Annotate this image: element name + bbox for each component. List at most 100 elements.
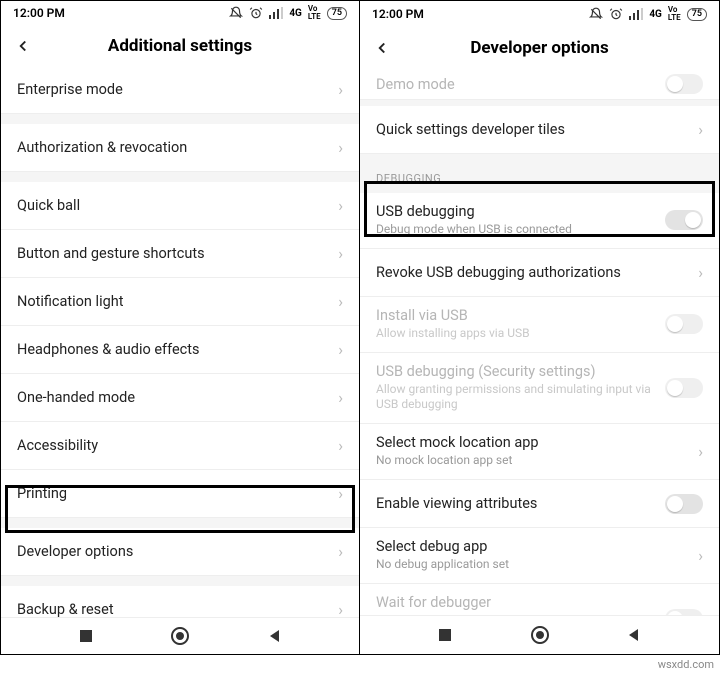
section-gap [1,518,359,528]
row-sublabel: Allow installing apps via USB [376,326,657,342]
row-install-via-usb[interactable]: Install via USB Allow installing apps vi… [360,297,719,353]
toggle-switch[interactable] [665,494,703,514]
square-icon [79,629,93,643]
row-label: USB debugging [376,203,657,220]
toggle-switch[interactable] [665,74,703,94]
toggle-switch[interactable] [665,314,703,334]
row-label: Select debug app [376,538,690,555]
chevron-right-icon: › [338,80,343,99]
toggle-switch[interactable] [665,210,703,230]
chevron-right-icon: › [338,244,343,263]
battery-icon: 75 [327,7,347,20]
dnd-icon [229,6,243,20]
row-label: Backup & reset [17,601,330,617]
row-label: Enable viewing attributes [376,495,657,512]
status-bar: 12:00 PM 4G VoLTE 75 [1,1,359,26]
battery-icon: 75 [687,8,707,21]
back-button[interactable] [1,37,45,55]
row-label: One-handed mode [17,389,330,406]
row-label: Select mock location app [376,434,690,451]
status-icons: 4G VoLTE 75 [589,6,707,22]
back-button[interactable] [360,39,404,57]
row-viewing-attributes[interactable]: Enable viewing attributes [360,480,719,528]
section-header-debugging: DEBUGGING [360,154,719,193]
row-button-gesture-shortcuts[interactable]: Button and gesture shortcuts › [1,230,359,278]
page-title: Developer options [360,38,719,58]
nav-home-button[interactable] [170,626,190,646]
row-enterprise-mode[interactable]: Enterprise mode › [1,66,359,114]
signal-icon [629,8,643,20]
nav-recents-button[interactable] [76,626,96,646]
row-backup-reset[interactable]: Backup & reset › [1,586,359,617]
chevron-right-icon: › [698,120,703,139]
nav-home-button[interactable] [530,625,550,645]
row-label: Authorization & revocation [17,139,330,156]
row-label: USB debugging (Security settings) [376,363,657,380]
row-quick-ball[interactable]: Quick ball › [1,182,359,230]
chevron-right-icon: › [698,263,703,282]
row-printing[interactable]: Printing › [1,470,359,518]
triangle-left-icon [268,629,282,643]
chevron-right-icon: › [338,292,343,311]
row-developer-options[interactable]: Developer options › [1,528,359,576]
nav-bar [360,615,719,654]
row-demo-mode[interactable]: Demo mode [360,70,719,100]
row-one-handed-mode[interactable]: One-handed mode › [1,374,359,422]
row-select-debug-app[interactable]: Select debug app No debug application se… [360,528,719,584]
circle-icon [171,627,189,645]
row-authorization-revocation[interactable]: Authorization & revocation › [1,124,359,172]
row-sublabel: Allow granting permissions and simulatin… [376,382,657,413]
circle-icon [531,626,549,644]
row-label: Install via USB [376,307,657,324]
row-quick-settings-tiles[interactable]: Quick settings developer tiles › [360,106,719,154]
status-time: 12:00 PM [13,6,65,20]
header: Developer options [360,27,719,70]
row-label: Notification light [17,293,330,310]
section-gap [1,576,359,586]
nav-recents-button[interactable] [435,625,455,645]
toggle-switch[interactable] [665,378,703,398]
row-label: Enterprise mode [17,81,330,98]
row-label: Developer options [17,543,330,560]
chevron-right-icon: › [338,436,343,455]
row-sublabel: Debug mode when USB is connected [376,222,657,238]
toggle-switch[interactable] [665,609,703,615]
chevron-right-icon: › [698,442,703,461]
nav-bar [1,617,359,654]
row-label: Quick settings developer tiles [376,121,690,138]
row-usb-debugging[interactable]: USB debugging Debug mode when USB is con… [360,193,719,249]
chevron-left-icon [14,37,32,55]
row-revoke-usb-auth[interactable]: Revoke USB debugging authorizations › [360,249,719,297]
row-label: Accessibility [17,437,330,454]
developer-list: Demo mode Quick settings developer tiles… [360,70,719,615]
nav-back-button[interactable] [624,625,644,645]
chevron-right-icon: › [338,600,343,617]
chevron-left-icon [373,39,391,57]
settings-list: Enterprise mode › Authorization & revoca… [1,66,359,617]
row-label: Wait for debugger [376,594,657,611]
status-volte: VoLTE [668,6,681,22]
section-gap [1,172,359,182]
status-volte: VoLTE [308,5,321,21]
triangle-left-icon [627,628,641,642]
status-network: 4G [649,9,662,20]
row-label: Quick ball [17,197,330,214]
row-accessibility[interactable]: Accessibility › [1,422,359,470]
phone-left: 12:00 PM 4G VoLTE 75 Additional settings… [1,1,360,654]
row-label: Revoke USB debugging authorizations [376,264,690,281]
row-headphones-audio[interactable]: Headphones & audio effects › [1,326,359,374]
status-bar: 12:00 PM 4G VoLTE 75 [360,1,719,27]
phone-right: 12:00 PM 4G VoLTE 75 Developer options D… [360,1,719,654]
chevron-right-icon: › [338,340,343,359]
row-sublabel: No debug application set [376,557,690,573]
chevron-right-icon: › [338,388,343,407]
row-wait-for-debugger[interactable]: Wait for debugger Debugged application w… [360,584,719,615]
row-notification-light[interactable]: Notification light › [1,278,359,326]
row-mock-location[interactable]: Select mock location app No mock locatio… [360,424,719,480]
nav-back-button[interactable] [265,626,285,646]
row-sublabel: Debugged application waits for debugger … [376,613,657,615]
chevron-right-icon: › [698,546,703,565]
row-usb-security-settings[interactable]: USB debugging (Security settings) Allow … [360,353,719,424]
alarm-icon [609,7,623,21]
row-label: Button and gesture shortcuts [17,245,330,262]
